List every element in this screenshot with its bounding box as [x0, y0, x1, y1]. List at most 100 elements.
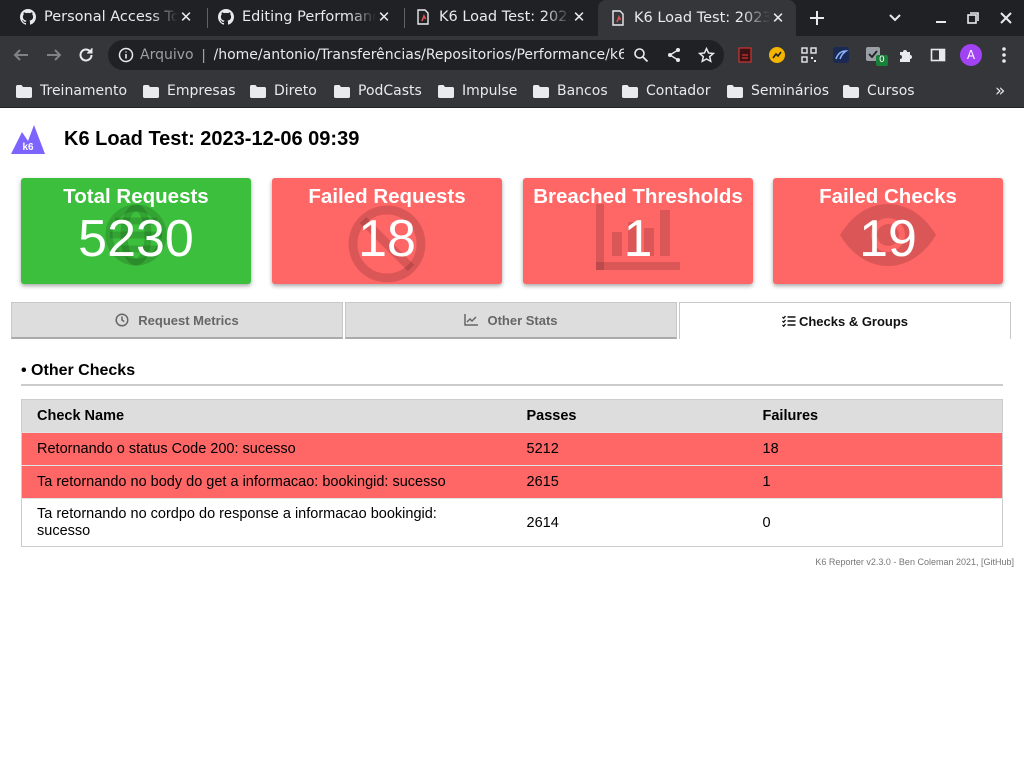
bookmark-bancos[interactable]: Bancos: [533, 80, 608, 102]
minimize-button[interactable]: [929, 6, 953, 30]
close-icon[interactable]: ✕: [178, 8, 194, 26]
chart-extension-icon[interactable]: [768, 46, 786, 64]
checklist-extension-icon[interactable]: 0: [865, 46, 888, 66]
bookmark-label: PodCasts: [358, 83, 422, 99]
bookmark-label: Impulse: [462, 83, 518, 99]
restore-button[interactable]: [961, 6, 985, 30]
check-name-cell: Retornando o status Code 200: sucesso: [21, 432, 512, 466]
browser-tab-editing-performance[interactable]: Editing Performance ✕: [206, 0, 402, 34]
bookmark-impulse[interactable]: Impulse: [438, 80, 517, 102]
tab-label: Checks & Groups: [798, 313, 909, 329]
report-header: k6 K6 Load Test: 2023-12-06 09:39: [10, 122, 1010, 156]
bookmark-cursos[interactable]: Cursos: [843, 80, 915, 102]
address-bar[interactable]: Arquivo | /home/antonio/Transferências/R…: [108, 40, 724, 70]
puzzle-icon[interactable]: [897, 46, 915, 64]
report-tabs: Request Metrics Other Stats Checks & Gro…: [11, 302, 1011, 340]
reload-icon: [79, 48, 93, 62]
footer-credit[interactable]: K6 Reporter v2.3.0 - Ben Coleman 2021, […: [815, 557, 1014, 567]
k6-logo-icon: k6: [11, 125, 45, 154]
bookmarks-bar: Treinamento Empresas Direto PodCasts Imp…: [0, 74, 1024, 108]
folder-icon: [533, 84, 549, 98]
zoom-icon[interactable]: [632, 46, 650, 64]
folder-icon: [843, 84, 859, 98]
bookmark-direto[interactable]: Direto: [250, 80, 317, 102]
tab-label: Other Stats: [487, 312, 558, 328]
card-value: 1: [623, 210, 653, 268]
share-icon[interactable]: [665, 46, 683, 64]
bookmark-star-icon[interactable]: [697, 46, 715, 64]
tab-search-button[interactable]: [883, 6, 907, 30]
side-panel-icon[interactable]: [929, 46, 947, 64]
chevron-down-icon: [889, 14, 901, 22]
check-name-cell: Ta retornando no cordpo do response a in…: [21, 498, 512, 547]
file-scheme-label: Arquivo: [140, 47, 194, 63]
qr-code-icon[interactable]: [800, 46, 818, 64]
browser-toolbar: Arquivo | /home/antonio/Transferências/R…: [0, 36, 1024, 74]
reload-button[interactable]: [73, 42, 99, 68]
folder-icon: [250, 84, 266, 98]
folder-icon: [334, 84, 350, 98]
tab-request-metrics[interactable]: Request Metrics: [11, 302, 343, 339]
double-chevron-icon: »: [995, 81, 1006, 101]
passes-cell: 5212: [511, 432, 748, 466]
column-header-passes: Passes: [511, 399, 748, 433]
bookmark-treinamento[interactable]: Treinamento: [16, 80, 127, 102]
arrow-right-icon: [47, 49, 62, 61]
failures-cell: 1: [747, 465, 1003, 499]
tab-other-stats[interactable]: Other Stats: [345, 302, 677, 339]
passes-cell: 2615: [511, 465, 748, 499]
close-window-button[interactable]: [994, 6, 1018, 30]
report-file-icon: [417, 9, 429, 25]
tab-title: K6 Load Test: 2023-12: [439, 9, 571, 25]
failed-requests-card: Failed Requests 18: [272, 178, 502, 284]
arrow-left-icon: [13, 49, 28, 61]
bookmark-label: Bancos: [557, 83, 608, 99]
plus-icon: [810, 11, 824, 25]
tab-title: K6 Load Test: 2023-12: [634, 10, 770, 26]
bookmark-label: Cursos: [867, 83, 915, 99]
tab-title: Personal Access To: [44, 9, 178, 25]
close-icon[interactable]: ✕: [376, 8, 392, 26]
browser-tab-personal-access[interactable]: Personal Access To ✕: [8, 0, 204, 34]
address-separator: |: [201, 46, 206, 64]
browser-tab-strip: Personal Access To ✕ Editing Performance…: [0, 0, 1024, 36]
tab-title: Editing Performance: [242, 9, 376, 25]
card-title: Failed Requests: [308, 185, 466, 208]
card-value: 5230: [78, 210, 194, 268]
bookmark-contador[interactable]: Contador: [622, 80, 711, 102]
bookmark-empresas[interactable]: Empresas: [143, 80, 236, 102]
checklist-icon: [781, 315, 796, 327]
browser-tab-k6-report[interactable]: K6 Load Test: 2023-12 ✕: [403, 0, 597, 34]
bookmarks-overflow-button[interactable]: »: [995, 80, 1005, 102]
failures-cell: 18: [747, 432, 1003, 466]
folder-icon: [16, 84, 32, 98]
back-button[interactable]: [8, 42, 34, 68]
column-header-check-name: Check Name: [21, 399, 512, 433]
profile-avatar[interactable]: A: [960, 44, 982, 66]
new-tab-button[interactable]: [805, 6, 829, 30]
close-icon[interactable]: ✕: [770, 9, 786, 27]
bookmark-podcasts[interactable]: PodCasts: [334, 80, 422, 102]
tab-label: Request Metrics: [138, 312, 239, 328]
card-value: 18: [358, 210, 416, 268]
browser-tab-k6-report-active[interactable]: K6 Load Test: 2023-12 ✕: [598, 0, 796, 36]
restore-icon: [967, 12, 979, 24]
k6-logo-text: k6: [22, 142, 34, 153]
table-header-row: Check Name Passes Failures: [21, 399, 1003, 433]
close-icon[interactable]: ✕: [571, 8, 587, 26]
dolphin-extension-icon[interactable]: [832, 46, 850, 64]
pdf-extension-icon[interactable]: [736, 46, 754, 64]
failed-checks-card: Failed Checks 19: [773, 178, 1003, 284]
url-text[interactable]: /home/antonio/Transferências/Repositorio…: [214, 47, 624, 63]
folder-icon: [438, 84, 454, 98]
breached-thresholds-card: Breached Thresholds 1: [523, 178, 753, 284]
kebab-menu-icon[interactable]: [995, 46, 1013, 64]
bookmark-seminarios[interactable]: Seminários: [727, 80, 829, 102]
info-icon[interactable]: [118, 47, 134, 63]
folder-icon: [727, 84, 743, 98]
report-file-icon: [612, 10, 624, 26]
tab-checks-groups[interactable]: Checks & Groups: [679, 302, 1011, 339]
forward-button[interactable]: [41, 42, 67, 68]
folder-icon: [622, 84, 638, 98]
column-header-failures: Failures: [747, 399, 1003, 433]
